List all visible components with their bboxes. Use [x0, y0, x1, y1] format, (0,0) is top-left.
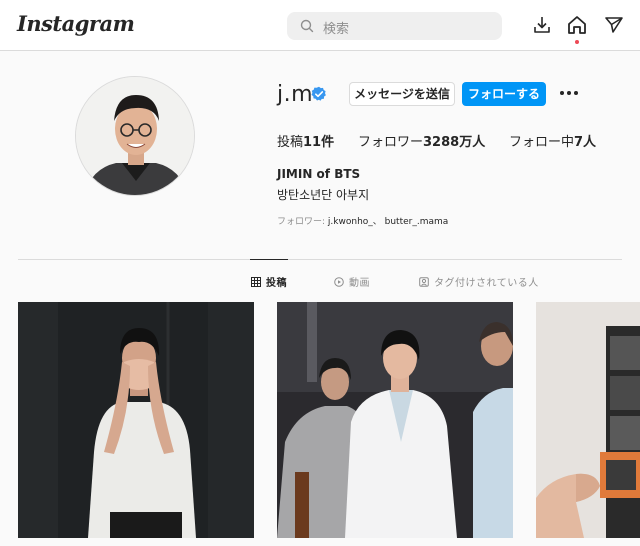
search-input[interactable]: 検索: [287, 12, 502, 40]
instagram-logo[interactable]: Instagram: [17, 11, 135, 36]
tab-posts[interactable]: 投稿: [251, 274, 287, 289]
profile-avatar[interactable]: [75, 76, 195, 196]
posts-count: 11件: [303, 135, 335, 150]
avatar-photo: [76, 77, 194, 195]
followers-stat[interactable]: フォロワー3288万人: [358, 131, 485, 150]
followed-by-label: フォロワー:: [277, 217, 326, 227]
following-count: 7人: [574, 135, 597, 150]
followers-label: フォロワー: [358, 135, 424, 150]
profile-full-name: JIMIN of BTS: [277, 167, 361, 181]
more-options-icon[interactable]: [558, 85, 580, 101]
post-thumbnail[interactable]: [18, 302, 254, 538]
post-image: [536, 302, 640, 538]
tabs-divider: [18, 259, 622, 260]
tab-videos-label: 動画: [349, 278, 370, 289]
tab-tagged-label: タグ付けされている人: [434, 278, 539, 289]
post-thumbnail[interactable]: [277, 302, 513, 538]
notification-dot: [575, 40, 579, 44]
send-message-button[interactable]: メッセージを送信: [349, 82, 455, 106]
profile-username: j.m: [277, 82, 314, 107]
search-icon: [300, 19, 314, 33]
tab-videos[interactable]: 動画: [334, 274, 370, 289]
profile-bio: 방탄소년단 아부지: [277, 188, 370, 202]
video-icon: [334, 277, 344, 287]
followed-by[interactable]: フォロワー: j.kwonho_、 butter_.mama: [277, 214, 448, 227]
home-icon[interactable]: [566, 14, 588, 36]
explore-icon[interactable]: [603, 14, 625, 36]
followers-count: 3288万人: [423, 135, 486, 150]
post-thumbnail[interactable]: [536, 302, 640, 538]
posts-label: 投稿: [277, 135, 304, 150]
grid-icon: [251, 277, 261, 287]
active-tab-indicator: [250, 259, 288, 260]
tab-posts-label: 投稿: [266, 278, 287, 289]
top-nav-bar: Instagram 検索: [0, 0, 640, 51]
tagged-user-icon: [419, 277, 429, 287]
following-stat[interactable]: フォロー中7人: [509, 131, 596, 150]
verified-badge-icon: [311, 86, 326, 101]
following-label: フォロー中: [509, 135, 575, 150]
post-image: [277, 302, 513, 538]
tab-tagged[interactable]: タグ付けされている人: [419, 274, 539, 289]
posts-count-stat: 投稿11件: [277, 131, 334, 150]
followed-by-users: j.kwonho_、 butter_.mama: [327, 217, 449, 227]
follow-button[interactable]: フォローする: [462, 82, 546, 106]
inbox-icon[interactable]: [531, 14, 553, 36]
search-placeholder: 検索: [323, 22, 350, 37]
post-image: [18, 302, 254, 538]
